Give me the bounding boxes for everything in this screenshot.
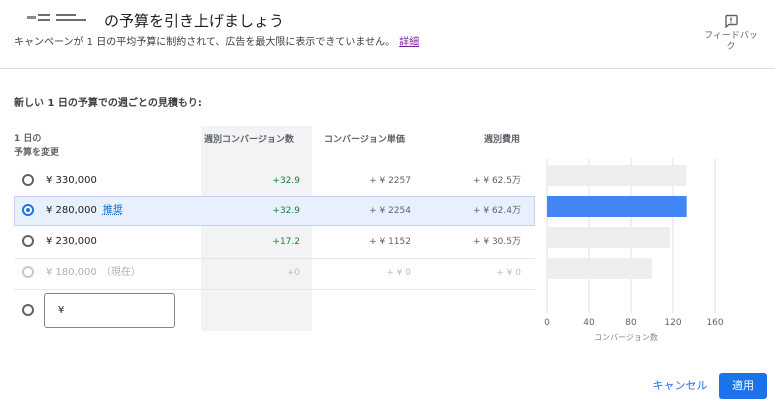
redacted-name-part xyxy=(27,16,36,19)
feedback-label: フィードバック xyxy=(704,31,758,52)
section-title: 新しい 1 日の予算での週ごとの見積もり: xyxy=(14,98,202,109)
details-link[interactable]: 詳細 xyxy=(399,37,419,48)
weekly-conversions: +0 xyxy=(286,268,300,278)
budget-header-line2: 予算を変更 xyxy=(14,148,60,158)
weekly-cost: + ¥ 62.5万 xyxy=(472,176,521,186)
budget-row-330000[interactable]: ¥ 330,000 +32.9 + ¥ 2257 + ¥ 62.5万 xyxy=(14,166,535,196)
conversions-column-header: 週別コンバージョン数 xyxy=(204,135,294,145)
budget-row-230000[interactable]: ¥ 230,000 +17.2 + ¥ 1152 + ¥ 30.5万 xyxy=(14,227,535,257)
chart-x-tick-label: 160 xyxy=(706,318,723,328)
cost-per-conversion: + ¥ 2254 xyxy=(369,206,411,216)
feedback-icon xyxy=(725,14,738,28)
budget-row-280000[interactable]: ¥ 280,000 推奨 +32.9 + ¥ 2254 + ¥ 62.4万 xyxy=(14,196,535,226)
budget-header-line1: 1 日の xyxy=(14,134,42,144)
cost-per-conversion: + ¥ 2257 xyxy=(369,176,411,186)
recommended-tag[interactable]: 推奨 xyxy=(103,205,123,216)
cancel-button[interactable]: キャンセル xyxy=(648,373,712,399)
redacted-name-part xyxy=(38,14,50,16)
chart-bar-4 xyxy=(547,258,652,279)
conversions-bar-chart: 0 40 80 120 160 コンバージョン数 xyxy=(544,158,724,342)
cost-per-conversion: + ¥ 0 xyxy=(386,268,411,278)
weekly-cost-column-header: 週別費用 xyxy=(484,135,521,145)
row-divider xyxy=(14,289,535,290)
apply-button[interactable]: 適用 xyxy=(719,373,767,399)
budget-radio-selected[interactable] xyxy=(22,204,34,216)
chart-bar-1 xyxy=(547,165,687,186)
header-divider xyxy=(0,68,775,69)
chart-x-tick-label: 0 xyxy=(544,318,550,328)
weekly-conversions: +32.9 xyxy=(272,206,300,216)
custom-budget-radio[interactable] xyxy=(22,304,34,316)
budget-amount: ¥ 330,000 xyxy=(46,175,97,186)
budget-row-180000-current: ¥ 180,000 （現在） +0 + ¥ 0 + ¥ 0 xyxy=(14,258,535,288)
chart-x-tick-label: 80 xyxy=(625,318,637,328)
chart-x-axis-label: コンバージョン数 xyxy=(594,332,658,342)
chart-x-tick-label: 40 xyxy=(583,318,595,328)
weekly-conversions: +32.9 xyxy=(272,176,300,186)
chart-bar-2 xyxy=(547,196,687,217)
budget-amount-value: ¥ 280,000 xyxy=(46,205,97,216)
budget-radio-disabled xyxy=(22,266,34,278)
weekly-cost: + ¥ 62.4万 xyxy=(472,206,521,216)
chart-bar-3 xyxy=(547,227,670,248)
budget-amount: ¥ 230,000 xyxy=(46,236,97,247)
cost-per-conversion: + ¥ 1152 xyxy=(369,237,411,247)
dialog-subtitle: キャンペーンが 1 日の平均予算に制約されて、広告を最大限に表示できていません。… xyxy=(14,33,419,48)
budget-column-header: 1 日の 予算を変更 xyxy=(14,132,59,160)
chart-x-tick-label: 120 xyxy=(664,318,681,328)
subtitle-text: キャンペーンが 1 日の平均予算に制約されて、広告を最大限に表示できていません。 xyxy=(14,37,396,48)
budget-amount: ¥ 180,000 （現在） xyxy=(46,258,141,288)
cost-per-conversion-column-header: コンバージョン単価 xyxy=(324,135,405,145)
redacted-name-part xyxy=(56,14,76,16)
budget-radio[interactable] xyxy=(22,174,34,186)
weekly-cost: + ¥ 30.5万 xyxy=(472,237,521,247)
feedback-button[interactable]: フィードバック xyxy=(696,14,766,53)
custom-budget-input[interactable]: ¥ xyxy=(44,293,175,328)
current-tag: （現在） xyxy=(100,267,141,278)
budget-radio[interactable] xyxy=(22,235,34,247)
redacted-name-part xyxy=(56,19,86,21)
weekly-conversions: +17.2 xyxy=(272,237,300,247)
redacted-name-part xyxy=(38,19,50,21)
budget-amount-value: ¥ 180,000 xyxy=(46,267,97,278)
dialog-title: の予算を引き上げましょう xyxy=(104,12,285,30)
budget-amount: ¥ 280,000 推奨 xyxy=(46,196,123,226)
weekly-cost: + ¥ 0 xyxy=(496,268,521,278)
